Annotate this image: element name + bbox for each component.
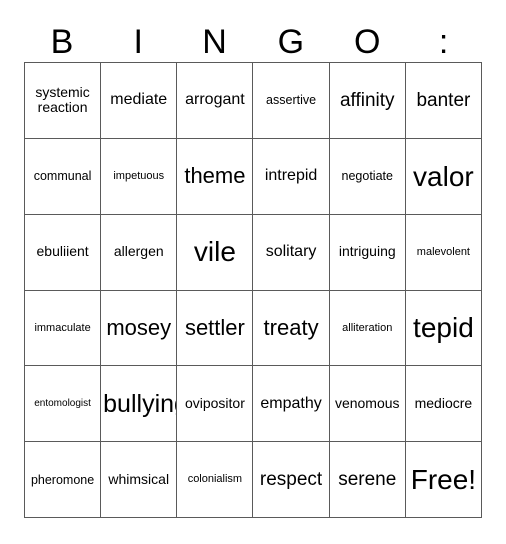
bingo-cell-label: mediocre [414, 394, 473, 411]
bingo-cell-label: arrogant [185, 91, 245, 109]
bingo-cell-r5-c6[interactable]: mediocre [405, 366, 482, 443]
bingo-cell-label: whimsical [108, 470, 170, 487]
bingo-cell-label: impetuous [113, 170, 165, 183]
bingo-cell-r3-c3[interactable]: vile [177, 214, 254, 291]
bingo-cell-r2-c1[interactable]: communal [25, 138, 102, 215]
bingo-cell-label: banter [416, 89, 471, 111]
bingo-cell-label: mosey [106, 314, 172, 340]
bingo-cell-label: mediate [110, 91, 168, 109]
bingo-cell-r1-c1[interactable]: systemic reaction [25, 63, 102, 139]
bingo-cell-r2-c3[interactable]: theme [177, 138, 254, 215]
bingo-cell-label: valor [413, 160, 474, 192]
bingo-cell-r6-c6[interactable]: Free! [405, 442, 482, 518]
bingo-cell-r5-c3[interactable]: ovipositor [177, 366, 254, 443]
bingo-cell-r4-c6[interactable]: tepid [405, 290, 482, 367]
bingo-cell-label: intriguing [338, 243, 396, 260]
bingo-cell-label: settler [184, 314, 245, 340]
bingo-cell-label: malevolent [416, 245, 470, 258]
bingo-cell-label: intrepid [264, 167, 318, 185]
bingo-cell-r1-c5[interactable]: affinity [329, 63, 406, 139]
bingo-cell-r4-c2[interactable]: mosey [101, 290, 178, 367]
bingo-cell-label: allergen [113, 243, 164, 260]
bingo-cell-r1-c2[interactable]: mediate [101, 63, 178, 139]
bingo-header-letter-2: N [202, 23, 228, 61]
bingo-cell-label: alliteration [342, 321, 393, 334]
bingo-header-letter-4: O [354, 23, 381, 61]
bingo-cell-label: systemic reaction [35, 83, 90, 116]
bingo-cell-r6-c5[interactable]: serene [329, 442, 406, 518]
bingo-cell-label: affinity [339, 89, 395, 111]
bingo-cell-r2-c2[interactable]: impetuous [101, 138, 178, 215]
bingo-cell-r6-c4[interactable]: respect [253, 442, 330, 518]
bingo-cell-r6-c2[interactable]: whimsical [101, 442, 178, 518]
bingo-cell-label: ebuliient [36, 243, 89, 260]
bingo-cell-label: bullying [103, 389, 176, 418]
bingo-cell-r3-c6[interactable]: malevolent [405, 214, 482, 291]
bingo-cell-r4-c5[interactable]: alliteration [329, 290, 406, 367]
bingo-cell-label: Free! [410, 463, 477, 495]
bingo-cell-r1-c3[interactable]: arrogant [177, 63, 254, 139]
bingo-cell-label: serene [338, 468, 397, 490]
bingo-cell-r6-c3[interactable]: colonialism [177, 442, 254, 518]
bingo-cell-r3-c1[interactable]: ebuliient [25, 214, 102, 291]
bingo-cell-label: venomous [334, 394, 400, 411]
bingo-cell-label: theme [184, 162, 246, 188]
bingo-cell-r3-c5[interactable]: intriguing [329, 214, 406, 291]
bingo-cell-r5-c2[interactable]: bullying [101, 366, 178, 443]
bingo-cell-label: colonialism [187, 473, 243, 486]
bingo-cell-r5-c1[interactable]: entomologist [25, 366, 102, 443]
bingo-cell-r4-c3[interactable]: settler [177, 290, 254, 367]
bingo-cell-r2-c5[interactable]: negotiate [329, 138, 406, 215]
bingo-cell-label: empathy [260, 394, 322, 412]
bingo-cell-label: treaty [263, 314, 319, 340]
bingo-cell-r2-c6[interactable]: valor [405, 138, 482, 215]
bingo-cell-label: tepid [413, 312, 474, 344]
bingo-cell-label: immaculate [34, 321, 91, 334]
bingo-cell-label: ovipositor [184, 394, 245, 411]
bingo-cell-r1-c6[interactable]: banter [405, 63, 482, 139]
bingo-cell-label: respect [259, 468, 323, 490]
bingo-cell-label: pheromone [30, 472, 95, 487]
bingo-cell-label: solitary [265, 243, 317, 261]
bingo-header-letter-5: : [438, 23, 449, 61]
bingo-grid: systemic reaction mediate arrogant assertiv… [24, 62, 482, 518]
bingo-cell-label: communal [33, 169, 92, 184]
bingo-cell-r3-c2[interactable]: allergen [101, 214, 178, 291]
bingo-cell-label: vile [193, 236, 236, 268]
bingo-cell-r5-c4[interactable]: empathy [253, 366, 330, 443]
bingo-cell-r1-c4[interactable]: assertive [253, 63, 330, 139]
bingo-cell-r4-c4[interactable]: treaty [253, 290, 330, 367]
bingo-cell-r4-c1[interactable]: immaculate [25, 290, 102, 367]
bingo-cell-label: assertive [266, 93, 317, 108]
bingo-cell-label: entomologist [34, 398, 91, 410]
bingo-cell-r5-c5[interactable]: venomous [329, 366, 406, 443]
bingo-cell-r3-c4[interactable]: solitary [253, 214, 330, 291]
bingo-cell-label: negotiate [341, 169, 393, 184]
bingo-header-letter-1: I [133, 23, 144, 61]
bingo-header-row: B I N G O : [24, 18, 482, 60]
bingo-header-letter-0: B [50, 23, 74, 61]
bingo-header-letter-3: G [277, 23, 305, 61]
bingo-cell-r6-c1[interactable]: pheromone [25, 442, 102, 518]
bingo-cell-r2-c4[interactable]: intrepid [253, 138, 330, 215]
bingo-card: B I N G O : systemic reaction mediate arro… [0, 0, 506, 544]
